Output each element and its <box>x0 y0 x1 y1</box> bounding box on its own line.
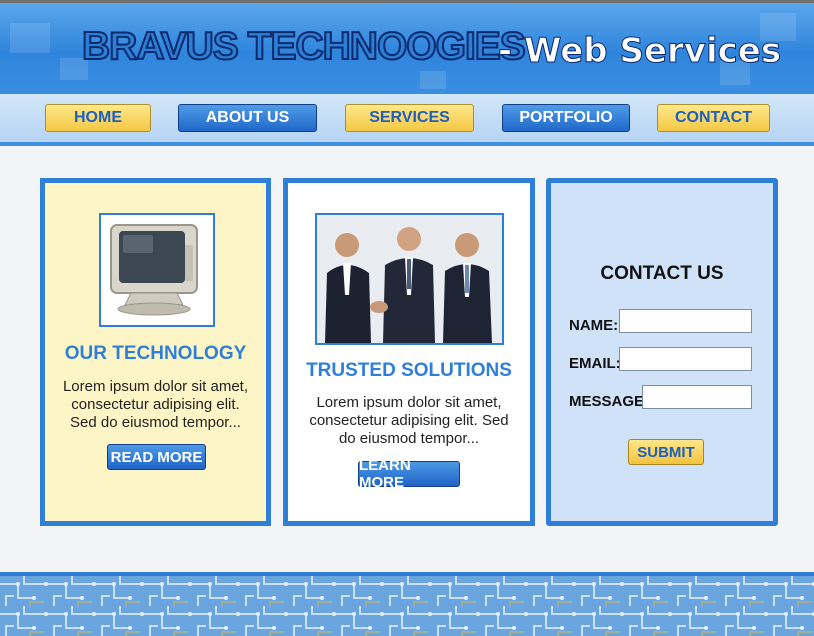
nav-contact[interactable]: CONTACT <box>657 104 770 132</box>
learn-more-button[interactable]: LEARN MORE <box>358 457 460 491</box>
card-text: Lorem ipsum dolor sit amet, consectetur … <box>309 394 509 447</box>
card-title: OUR TECHNOLOGY <box>64 343 247 364</box>
contact-form-card: CONTACT US NAME: EMAIL: MESSAGE: SUBMIT <box>546 178 778 526</box>
name-input[interactable] <box>619 309 752 333</box>
email-input[interactable] <box>619 347 752 371</box>
email-label: EMAIL: <box>569 355 621 372</box>
technology-card: OUR TECHNOLOGY Lorem ipsum dolor sit ame… <box>40 178 271 526</box>
header-pattern <box>420 71 446 89</box>
message-input[interactable] <box>642 385 752 409</box>
header-pattern <box>10 23 50 53</box>
submit-button[interactable]: SUBMIT <box>628 439 704 465</box>
business-team-photo <box>315 213 504 345</box>
nav-portfolio[interactable]: PORTFOLIO <box>502 104 630 132</box>
main-navigation: HOME ABOUT US SERVICES PORTFOLIO CONTACT <box>0 94 814 146</box>
crt-monitor-icon <box>99 213 215 327</box>
site-header: BRAVUS TECHNOOGIES - Web Services <box>0 0 814 94</box>
read-more-button[interactable]: READ MORE <box>107 444 206 470</box>
solutions-card: TRUSTED SOLUTIONS Lorem ipsum dolor sit … <box>283 178 535 526</box>
card-title: TRUSTED SOLUTIONS <box>306 360 512 381</box>
nav-services[interactable]: SERVICES <box>345 104 474 132</box>
contact-title: CONTACT US <box>600 263 724 284</box>
name-label: NAME: <box>569 317 619 334</box>
site-tagline: - Web Services <box>497 31 782 72</box>
nav-about-us[interactable]: ABOUT US <box>178 104 317 132</box>
site-logo-text[interactable]: BRAVUS TECHNOOGIES <box>81 24 527 69</box>
footer-circuit-pattern <box>0 572 814 636</box>
nav-home[interactable]: HOME <box>45 104 151 132</box>
message-label: MESSAGE: <box>569 393 650 410</box>
card-text: Lorem ipsum dolor sit amet, consectetur … <box>62 378 249 431</box>
